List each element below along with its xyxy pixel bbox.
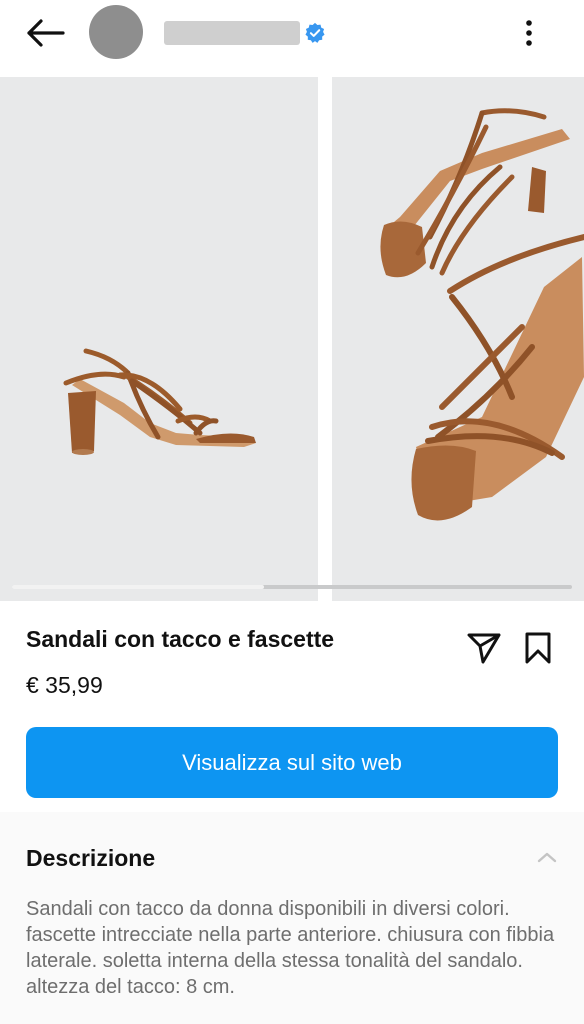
description-title: Descrizione	[26, 845, 156, 871]
sandals-top-view-image	[380, 108, 584, 521]
save-button[interactable]	[518, 628, 558, 668]
avatar[interactable]	[89, 5, 143, 59]
more-vertical-icon	[526, 20, 532, 46]
carousel-progress-indicator	[12, 585, 264, 589]
chevron-up-icon	[537, 852, 557, 863]
username-redacted[interactable]	[164, 21, 300, 45]
send-icon	[467, 633, 501, 664]
sandal-side-view-image	[63, 348, 256, 455]
arrow-left-icon	[27, 19, 65, 47]
product-image-top-view[interactable]	[332, 77, 584, 601]
product-price: € 35,99	[26, 672, 103, 698]
share-button[interactable]	[464, 628, 504, 668]
description-text: Sandali con tacco da donna disponibili i…	[26, 898, 555, 998]
description-toggle-button[interactable]	[534, 846, 560, 868]
verified-badge-icon	[305, 22, 325, 43]
product-image-side-view[interactable]	[0, 77, 318, 601]
description-section: Descrizione Sandali con tacco da donna d…	[0, 812, 584, 1024]
more-options-button[interactable]	[512, 14, 546, 52]
product-title: Sandali con tacco e fascette	[26, 626, 335, 652]
bookmark-icon	[525, 632, 551, 664]
product-image-carousel[interactable]	[0, 77, 584, 601]
view-on-website-button[interactable]: Visualizza sul sito web	[26, 727, 558, 798]
back-button[interactable]	[22, 14, 68, 52]
top-bar	[0, 0, 584, 66]
